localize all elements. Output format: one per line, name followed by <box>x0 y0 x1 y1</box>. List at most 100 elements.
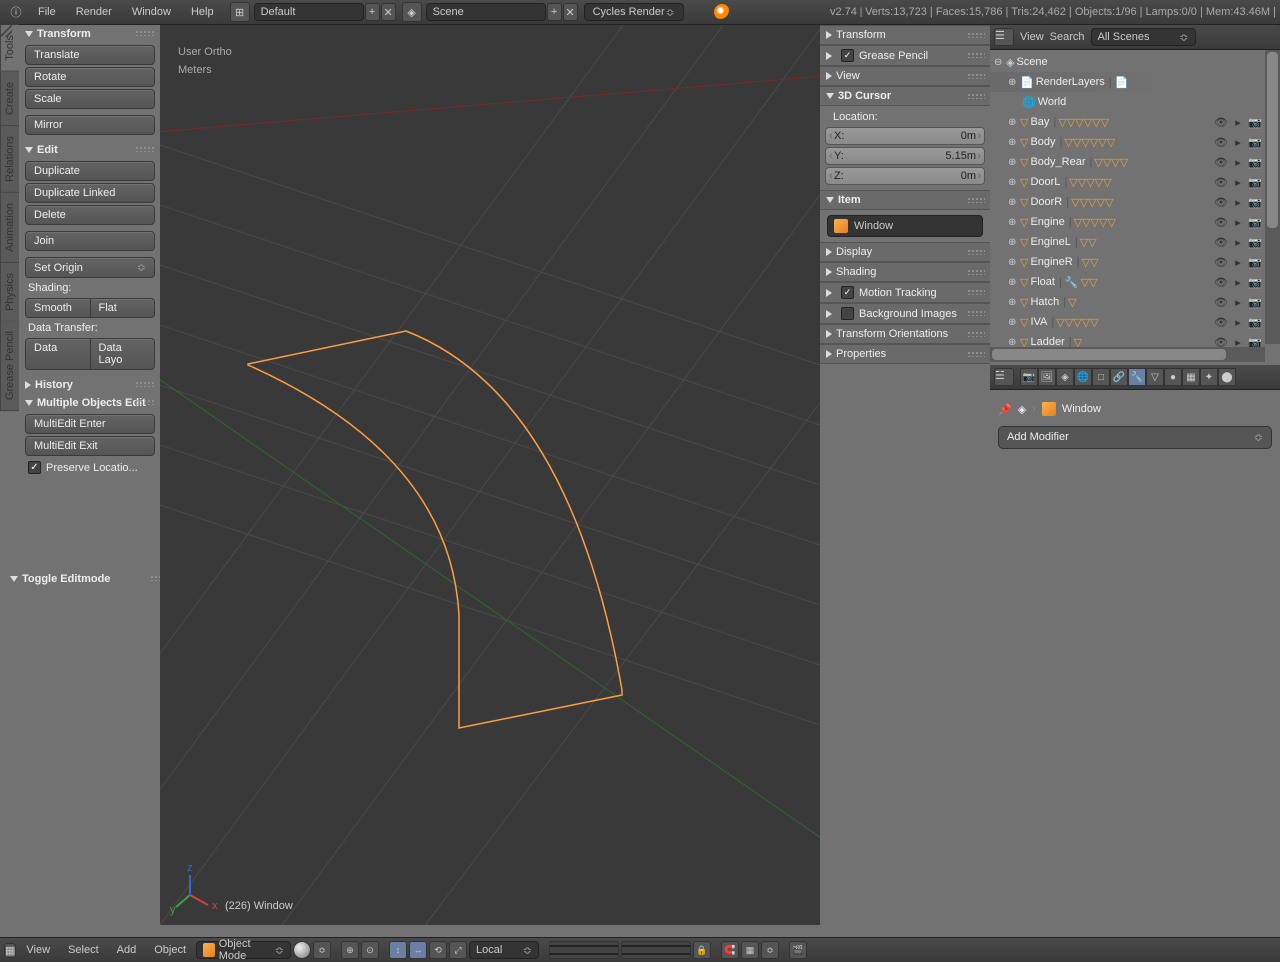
np-transform-orient-header[interactable]: Transform Orientations <box>820 324 990 344</box>
menu-window[interactable]: Window <box>122 3 181 21</box>
data-transfer-button[interactable]: Data <box>25 338 91 370</box>
cursor-x-field[interactable]: X:0m <box>825 127 985 145</box>
join-button[interactable]: Join <box>25 231 155 251</box>
tree-engine[interactable]: ⊕▽Engine| ▽▽▽▽▽👁▸📷 <box>990 212 1280 232</box>
outliner-display-mode-select[interactable]: All Scenes <box>1091 28 1196 46</box>
preserve-location-checkbox[interactable]: Preserve Locatio... <box>20 458 160 477</box>
shade-flat-button[interactable]: Flat <box>91 298 156 318</box>
render-preview-icon[interactable]: 🎬 <box>789 941 807 959</box>
toggle-editmode-header[interactable]: Toggle Editmode <box>5 570 175 588</box>
vtab-physics[interactable]: Physics <box>0 263 19 322</box>
tab-modifiers-icon[interactable]: 🔧 <box>1128 368 1146 386</box>
tree-hatch[interactable]: ⊕▽Hatch| ▽👁▸📷 <box>990 292 1280 312</box>
tab-particles-icon[interactable]: ✦ <box>1200 368 1218 386</box>
snap-toggle[interactable]: 🧲 <box>721 941 739 959</box>
tree-bay[interactable]: ⊕▽Bay| ▽▽▽▽▽▽👁▸📷 <box>990 112 1280 132</box>
vtab-create[interactable]: Create <box>0 72 19 126</box>
outliner-scrollbar-h[interactable] <box>990 347 1265 362</box>
vtab-relations[interactable]: Relations <box>0 126 19 193</box>
manipulator-scale[interactable]: ⤢ <box>449 941 467 959</box>
tab-constraints-icon[interactable]: 🔗 <box>1110 368 1128 386</box>
scale-button[interactable]: Scale <box>25 89 155 109</box>
np-shading-header[interactable]: Shading <box>820 262 990 282</box>
tree-iva[interactable]: ⊕▽IVA| ▽▽▽▽▽👁▸📷 <box>990 312 1280 332</box>
manipulator-rotate[interactable]: ⟲ <box>429 941 447 959</box>
menu-help[interactable]: Help <box>181 3 224 21</box>
duplicate-button[interactable]: Duplicate <box>25 161 155 181</box>
translate-button[interactable]: Translate <box>25 45 155 65</box>
lock-camera-icon[interactable]: 🔒 <box>693 941 711 959</box>
outliner-tree[interactable]: ⊖◈Scene ⊕📄RenderLayers| 📄 🌐World ⊕▽Bay| … <box>990 50 1280 362</box>
tree-doorr[interactable]: ⊕▽DoorR| ▽▽▽▽▽👁▸📷 <box>990 192 1280 212</box>
np-transform-header[interactable]: Transform <box>820 25 990 45</box>
view-menu-object[interactable]: Object <box>146 941 194 959</box>
set-origin-select[interactable]: Set Origin <box>25 257 155 278</box>
3d-viewport[interactable]: x y z User Ortho Meters (226) Window <box>160 25 820 925</box>
item-name-field[interactable]: Window <box>827 215 983 237</box>
outliner-scrollbar-v[interactable] <box>1265 50 1280 344</box>
snap-target-select[interactable]: ≎ <box>761 941 779 959</box>
add-modifier-select[interactable]: Add Modifier <box>998 426 1272 449</box>
breadcrumb-scene-icon[interactable]: ◈ <box>1018 403 1026 416</box>
viewport-shading-select[interactable] <box>293 941 311 959</box>
mirror-button[interactable]: Mirror <box>25 115 155 135</box>
render-engine-select[interactable]: Cycles Render <box>584 3 684 21</box>
np-view-header[interactable]: View <box>820 66 990 86</box>
np-display-header[interactable]: Display <box>820 242 990 262</box>
scene-browse-icon[interactable]: ◈ <box>402 2 422 22</box>
tab-render-layers-icon[interactable]: 🖼 <box>1038 368 1056 386</box>
snap-element-select[interactable]: ▦ <box>741 941 759 959</box>
tab-material-icon[interactable]: ● <box>1164 368 1182 386</box>
vtab-grease-pencil[interactable]: Grease Pencil <box>0 321 19 411</box>
panel-edit-header[interactable]: Edit <box>20 141 160 159</box>
tab-world-icon[interactable]: 🌐 <box>1074 368 1092 386</box>
pin-icon[interactable]: 📌 <box>998 403 1012 416</box>
tree-renderlayers[interactable]: ⊕📄RenderLayers| 📄 <box>990 72 1280 92</box>
cursor-y-field[interactable]: Y:5.15m <box>825 147 985 165</box>
viewport-shading-more[interactable]: ≎ <box>313 941 331 959</box>
delete-scene-button[interactable]: ✕ <box>563 3 578 21</box>
tree-world[interactable]: 🌐World <box>990 92 1280 112</box>
menu-render[interactable]: Render <box>66 3 122 21</box>
manipulator-toggle[interactable]: ↕ <box>389 941 407 959</box>
np-motion-tracking-header[interactable]: ✓Motion Tracking <box>820 282 990 303</box>
multiedit-exit-button[interactable]: MultiEdit Exit <box>25 436 155 456</box>
tree-body-rear[interactable]: ⊕▽Body_Rear| ▽▽▽▽👁▸📷 <box>990 152 1280 172</box>
outliner-menu-view[interactable]: View <box>1020 31 1044 43</box>
breadcrumb-object-icon[interactable] <box>1042 402 1056 416</box>
data-layout-button[interactable]: Data Layo <box>91 338 156 370</box>
tab-data-icon[interactable]: ▽ <box>1146 368 1164 386</box>
cursor-z-field[interactable]: Z:0m <box>825 167 985 185</box>
delete-layout-button[interactable]: ✕ <box>381 3 396 21</box>
np-grease-pencil-header[interactable]: ✓Grease Pencil <box>820 45 990 66</box>
layer-btn-2[interactable] <box>621 941 691 959</box>
menu-file[interactable]: File <box>28 3 66 21</box>
tree-enginel[interactable]: ⊕▽EngineL| ▽▽👁▸📷 <box>990 232 1280 252</box>
scene-input[interactable] <box>426 3 546 21</box>
view-menu-view[interactable]: View <box>18 941 58 959</box>
rotate-button[interactable]: Rotate <box>25 67 155 87</box>
outliner-menu-search[interactable]: Search <box>1050 31 1085 43</box>
duplicate-linked-button[interactable]: Duplicate Linked <box>25 183 155 203</box>
tab-physics-icon[interactable]: ⬤ <box>1218 368 1236 386</box>
panel-transform-header[interactable]: Transform <box>20 25 160 43</box>
panel-history-header[interactable]: History <box>20 376 160 394</box>
tab-object-icon[interactable]: □ <box>1092 368 1110 386</box>
layer-btn-1[interactable] <box>549 941 619 959</box>
split-corner-icon[interactable] <box>0 25 12 37</box>
tree-float[interactable]: ⊕▽Float| 🔧 ▽▽👁▸📷 <box>990 272 1280 292</box>
multiedit-enter-button[interactable]: MultiEdit Enter <box>25 414 155 434</box>
vtab-animation[interactable]: Animation <box>0 193 19 263</box>
tab-render-icon[interactable]: 📷 <box>1020 368 1038 386</box>
tab-texture-icon[interactable]: ▦ <box>1182 368 1200 386</box>
transform-orientation-select[interactable]: Local <box>469 941 539 959</box>
tree-enginer[interactable]: ⊕▽EngineR| ▽▽👁▸📷 <box>990 252 1280 272</box>
props-editor-type-icon[interactable]: ☱ <box>994 368 1014 386</box>
np-bg-images-header[interactable]: Background Images <box>820 303 990 324</box>
add-layout-button[interactable]: + <box>365 3 380 21</box>
mode-select[interactable]: Object Mode <box>196 941 291 959</box>
editor-type-view3d-icon[interactable]: ▦ <box>4 943 16 958</box>
tree-scene-root[interactable]: ⊖◈Scene <box>990 52 1280 72</box>
manipulate-toggle[interactable]: ⊙ <box>361 941 379 959</box>
editor-type-icon[interactable]: ⓘ <box>6 2 26 22</box>
